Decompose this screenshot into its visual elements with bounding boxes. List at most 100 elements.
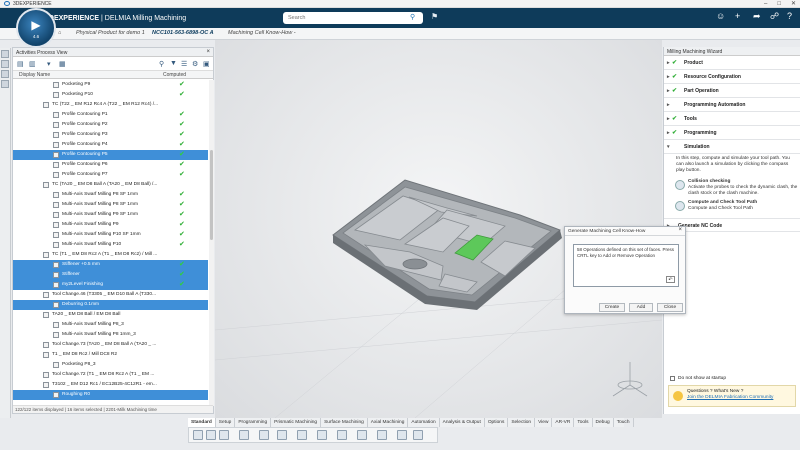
wizard-step[interactable]: ▾ Simulation (664, 140, 800, 154)
help-icon[interactable]: ? (787, 11, 792, 21)
undo-icon[interactable] (239, 430, 249, 440)
close-icon[interactable]: × (678, 227, 682, 233)
zoom-tool-icon[interactable] (1, 80, 9, 88)
action-tab[interactable]: Axial Machining (368, 418, 409, 427)
layer-tool-icon[interactable] (1, 70, 9, 78)
tree-row[interactable]: Profile Contouring P7 ✔ (13, 170, 208, 180)
action-tab[interactable]: Standard (188, 418, 216, 427)
action-tab[interactable]: Analysis & Output (440, 418, 485, 427)
simulation-icon[interactable] (357, 430, 367, 440)
filter-tool-icon[interactable] (1, 60, 9, 68)
action-tab[interactable]: Automation (408, 418, 440, 427)
tree-row[interactable]: Pocketing P9 ✔ (13, 80, 208, 90)
tree-row[interactable]: T3102 _ EM D12 Rc1 / EC12B25-4C12R1 - em… (13, 380, 208, 390)
compass-icon[interactable] (317, 430, 327, 440)
search-input[interactable] (283, 12, 423, 24)
action-tab[interactable]: Tools (574, 418, 593, 427)
add-button[interactable]: Add (629, 303, 653, 312)
tree-row[interactable]: my2Level Finishing ✔ (13, 280, 208, 290)
render-icon[interactable] (377, 430, 387, 440)
structure-icon[interactable]: ▦ (59, 60, 66, 68)
wizard-step[interactable]: ▸ ✔ Product (664, 56, 800, 70)
compass-widget[interactable]: ▶ 4.6 (16, 8, 56, 48)
wizard-step[interactable]: ▸ ✔ Part Operation (664, 84, 800, 98)
action-tab[interactable]: AR-VR (552, 418, 575, 427)
tree-row[interactable]: Stiffener ✔ (13, 270, 208, 280)
tree-row[interactable]: Multi-Axis Swarf Milling P8_3 (13, 320, 208, 330)
tree-row[interactable]: T1 _ EM D8 Rc2 / Mill DC8 R2 (13, 350, 208, 360)
machined-part[interactable] (332, 179, 562, 310)
add-icon[interactable]: + (735, 11, 740, 21)
close-button[interactable]: Close (657, 303, 683, 312)
tree-options-icon[interactable]: ▣ (203, 60, 210, 68)
tree-scrollbar[interactable] (209, 80, 214, 406)
tree-row[interactable]: TC (T22 _ EM R12 Rc4 A (T22 _ EM R12 Rc4… (13, 100, 208, 110)
tree-row[interactable]: Tool Change.46 (T3305 _ EM D10 Ball A (T… (13, 290, 208, 300)
tool-path-icon[interactable] (397, 430, 407, 440)
tree-row[interactable]: TC (T1 _ EM D8 Rc2 A (T1 _ EM D8 Rc2) / … (13, 250, 208, 260)
settings-gear-icon[interactable]: ⚙ (192, 60, 198, 68)
home-icon[interactable]: ⌂ (58, 30, 61, 36)
action-tab[interactable]: Programming (235, 418, 272, 427)
axis-triad-icon[interactable] (612, 362, 648, 397)
minimize-button[interactable]: – (764, 0, 767, 8)
tree-row[interactable]: Profile Contouring P4 ✔ (13, 140, 208, 150)
create-button[interactable]: Create (599, 303, 625, 312)
action-tab[interactable]: Selection (508, 418, 536, 427)
tree-row[interactable]: Deburring 0.1mm (13, 300, 208, 310)
dont-show-checkbox[interactable]: Do not show at startup (670, 376, 726, 381)
measure-icon[interactable] (297, 430, 307, 440)
close-icon[interactable]: × (206, 49, 210, 55)
tag-icon[interactable]: ⚑ (431, 12, 438, 21)
action-tab[interactable]: Surface Machining (321, 418, 368, 427)
search-icon[interactable]: ⚲ (159, 60, 164, 68)
wizard-step[interactable]: ▸ ✔ Programming (664, 126, 800, 140)
broadcast-icon[interactable]: ☍ (770, 11, 779, 22)
column-display-name[interactable]: Display Name (19, 72, 50, 78)
tab-ncc101[interactable]: NCC101-563-6898-OC A (152, 30, 214, 36)
paste-icon[interactable] (219, 430, 229, 440)
tab-physical-product[interactable]: Physical Product for demo 1 (76, 30, 145, 36)
tree-row[interactable]: Multi-Axis Swarf Milling P9 SF 1mm ✔ (13, 210, 208, 220)
close-window-button[interactable]: ✕ (791, 0, 796, 8)
scrollbar-thumb[interactable] (210, 150, 213, 240)
tree-row[interactable]: Profile Contouring P6 ✔ (13, 160, 208, 170)
action-tab[interactable]: Setup (216, 418, 236, 427)
action-tab[interactable]: Prismatic Machining (271, 418, 322, 427)
filter-icon[interactable]: ▼ (170, 60, 177, 67)
wizard-step[interactable]: ▸ Programming Automation (664, 98, 800, 112)
tree-row[interactable]: Pocketing P10 ✔ (13, 90, 208, 100)
tree-row[interactable]: Pocketing P8_3 (13, 360, 208, 370)
tree-row[interactable]: Tool Change.73 (TA20 _ EM D8 Ball A (TA2… (13, 340, 208, 350)
tree-row[interactable]: Multi-Axis Swarf Milling P10 SF 1mm ✔ (13, 230, 208, 240)
expand-tree-icon[interactable]: ▤ (17, 60, 24, 68)
cut-icon[interactable] (193, 430, 203, 440)
tree-toggle-icon[interactable] (1, 50, 9, 58)
search-icon[interactable]: ⚲ (410, 13, 415, 21)
tree-row[interactable]: Multi-Axis Swarf Milling P9 ✔ (13, 220, 208, 230)
collapse-tree-icon[interactable]: ▥ (29, 60, 36, 68)
tree-row[interactable]: Profile Contouring P3 ✔ (13, 130, 208, 140)
zoom-icon[interactable] (259, 430, 269, 440)
tab-machining-cell[interactable]: Machining Cell Know-How - (228, 30, 296, 36)
action-tab[interactable]: Touch (614, 418, 634, 427)
action-tab[interactable]: View (535, 418, 553, 427)
tree-row[interactable]: Profile Contouring P2 ✔ (13, 120, 208, 130)
dropdown-icon[interactable]: ▾ (47, 60, 51, 68)
copy-icon[interactable] (206, 430, 216, 440)
tree-row[interactable]: TA20 _ EM D8 Ball / EM D8 Ball (13, 310, 208, 320)
tree-row[interactable]: Profile Contouring P5 ✔ (13, 150, 208, 160)
column-computed[interactable]: Computed (163, 72, 186, 78)
tree-row[interactable]: Multi-Axis Swarf Milling P8 SF 1mm ✔ (13, 190, 208, 200)
share-icon[interactable]: ➦ (753, 11, 761, 22)
play-icon[interactable]: ▶ (31, 18, 40, 32)
columns-icon[interactable]: ☰ (181, 60, 187, 68)
view-mode-icon[interactable] (277, 430, 287, 440)
community-link[interactable]: Join the DELMIA Fabrication Community (687, 395, 792, 401)
section-icon[interactable] (337, 430, 347, 440)
user-avatar-icon[interactable]: ☺ (716, 11, 725, 21)
wizard-step[interactable]: ▸ ✔ Resource Configuration (664, 70, 800, 84)
tree-row[interactable]: Roughing R0 (13, 390, 208, 400)
undo-icon[interactable]: ↶ (666, 276, 675, 283)
tree-row[interactable]: Multi-Axis Swarf Milling P8 1mm_3 (13, 330, 208, 340)
